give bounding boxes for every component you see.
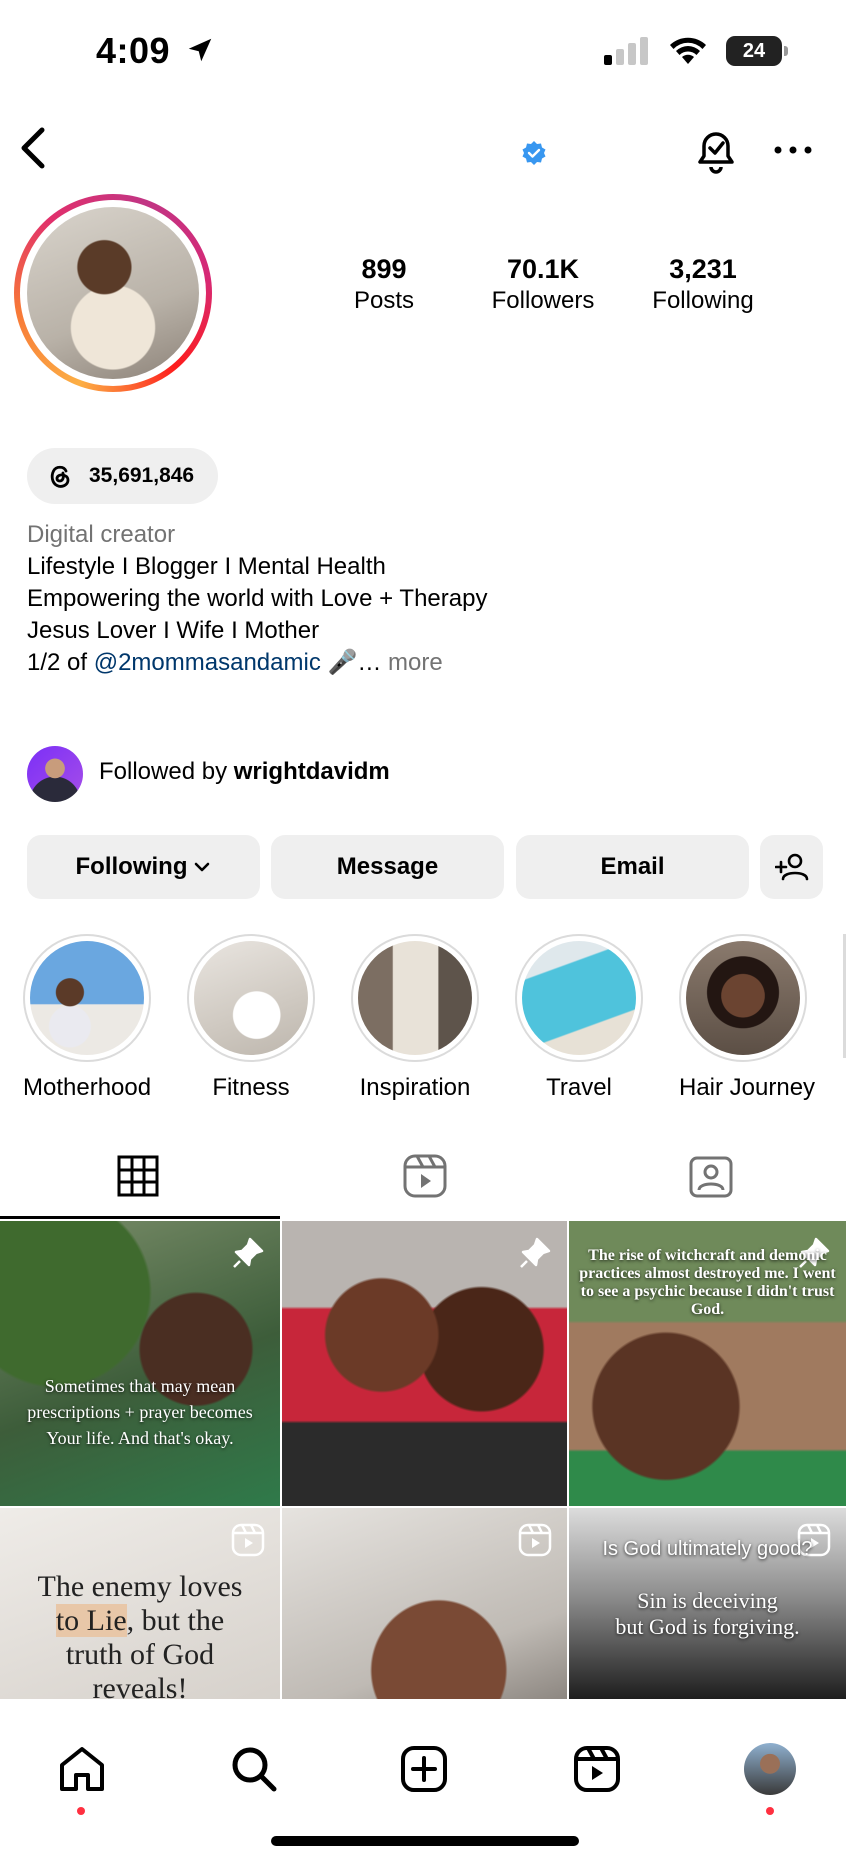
threads-badge[interactable]: 35,691,846 <box>27 448 219 504</box>
profile-category: Digital creator <box>27 521 176 548</box>
search-icon[interactable] <box>228 1743 280 1795</box>
stat-followers[interactable]: 70.1K Followers <box>484 254 602 315</box>
bell-icon[interactable] <box>690 124 742 176</box>
home-icon[interactable] <box>56 1743 108 1795</box>
status-indicators: 24 <box>604 36 788 66</box>
post-item[interactable] <box>282 1508 567 1699</box>
home-indicator <box>271 1836 579 1846</box>
chevron-down-icon <box>195 862 210 872</box>
followers-label: Followers <box>491 287 595 314</box>
followed-by-avatar[interactable] <box>27 746 83 802</box>
active-tab-indicator <box>0 1216 280 1219</box>
stat-following[interactable]: 3,231 Following <box>644 254 762 315</box>
status-time: 4:09 <box>96 30 215 72</box>
following-label: Following <box>652 287 754 314</box>
pin-icon <box>520 1237 551 1268</box>
more-icon[interactable] <box>772 136 814 164</box>
threads-count: 35,691,846 <box>89 464 195 487</box>
post-caption: The enemy loves to Lie, but the truth of… <box>37 1570 243 1699</box>
message-button[interactable]: Message <box>271 835 504 899</box>
suggest-people-button[interactable] <box>760 835 823 899</box>
followed-by[interactable]: Followed by wrightdavidm <box>99 758 390 786</box>
home-notification-dot <box>77 1807 85 1815</box>
highlight-cover <box>30 941 144 1055</box>
verified-badge-icon <box>522 141 546 165</box>
pin-icon <box>233 1237 264 1268</box>
bio-line: Lifestyle I Blogger I Mental Health <box>27 553 386 580</box>
add-person-icon <box>774 853 808 881</box>
highlight-cover <box>522 941 636 1055</box>
email-button[interactable]: Email <box>516 835 749 899</box>
following-button[interactable]: Following <box>27 835 260 899</box>
post-caption: Sometimes that may mean prescriptions + … <box>27 1376 253 1448</box>
bottom-nav <box>0 1699 846 1852</box>
post-item[interactable]: The rise of witchcraft and demonic pract… <box>569 1221 846 1506</box>
profile-notification-dot <box>766 1807 774 1815</box>
followed-by-user: wrightdavidm <box>233 758 390 785</box>
highlight-travel[interactable]: Travel <box>515 934 643 1102</box>
bio-more-link[interactable]: more <box>388 649 443 676</box>
post-item[interactable]: Sometimes that may mean prescriptions + … <box>0 1221 280 1506</box>
avatar-photo <box>27 207 199 379</box>
location-arrow-icon <box>188 38 211 62</box>
bio-line: 1/2 of @2mommasandamic 🎤… more <box>27 649 443 676</box>
create-icon[interactable] <box>398 1743 450 1795</box>
post-title: Is God ultimately good? <box>602 1538 813 1560</box>
highlight-motherhood[interactable]: Motherhood <box>23 934 151 1102</box>
posts-grid: Sometimes that may mean prescriptions + … <box>0 1221 846 1699</box>
reels-icon[interactable] <box>403 1154 447 1198</box>
post-caption: The rise of witchcraft and demonic pract… <box>579 1247 836 1318</box>
bio: Digital creator Lifestyle I Blogger I Me… <box>27 519 487 679</box>
posts-label: Posts <box>353 287 415 314</box>
bio-line: Empowering the world with Love + Therapy <box>27 585 488 612</box>
stat-posts[interactable]: 899 Posts <box>342 254 426 315</box>
tagged-icon[interactable] <box>689 1154 733 1198</box>
signal-icon <box>604 37 648 65</box>
post-item[interactable]: The enemy loves to Lie, but the truth of… <box>0 1508 280 1699</box>
threads-icon <box>50 465 70 488</box>
followers-count: 70.1K <box>506 254 580 284</box>
bio-mention-link[interactable]: @2mommasandamic <box>94 649 321 676</box>
battery-indicator: 24 <box>726 36 788 66</box>
highlight-fitness[interactable]: Fitness <box>187 934 315 1102</box>
reel-icon <box>518 1523 552 1557</box>
following-count: 3,231 <box>669 254 737 284</box>
highlight-cover <box>358 941 472 1055</box>
post-item[interactable] <box>282 1221 567 1506</box>
wifi-icon <box>670 37 706 64</box>
post-item[interactable]: Is God ultimately good? Sin is deceiving… <box>569 1508 846 1699</box>
bio-line: Jesus Lover I Wife I Mother <box>27 617 320 644</box>
reels-nav-icon[interactable] <box>571 1743 623 1795</box>
profile-nav-avatar[interactable] <box>744 1743 796 1795</box>
highlight-inspiration[interactable]: Inspiration <box>351 934 479 1102</box>
highlight-cover <box>194 941 308 1055</box>
posts-count: 899 <box>361 254 407 284</box>
post-caption: Sin is deceiving but God is forgiving. <box>615 1588 800 1639</box>
highlight-hair-journey[interactable]: Hair Journey <box>679 934 815 1102</box>
grid-icon[interactable] <box>117 1155 159 1197</box>
highlight-cover <box>686 941 800 1055</box>
profile-avatar[interactable] <box>14 194 212 392</box>
reel-icon <box>231 1523 265 1557</box>
back-arrow-icon[interactable] <box>14 124 54 172</box>
